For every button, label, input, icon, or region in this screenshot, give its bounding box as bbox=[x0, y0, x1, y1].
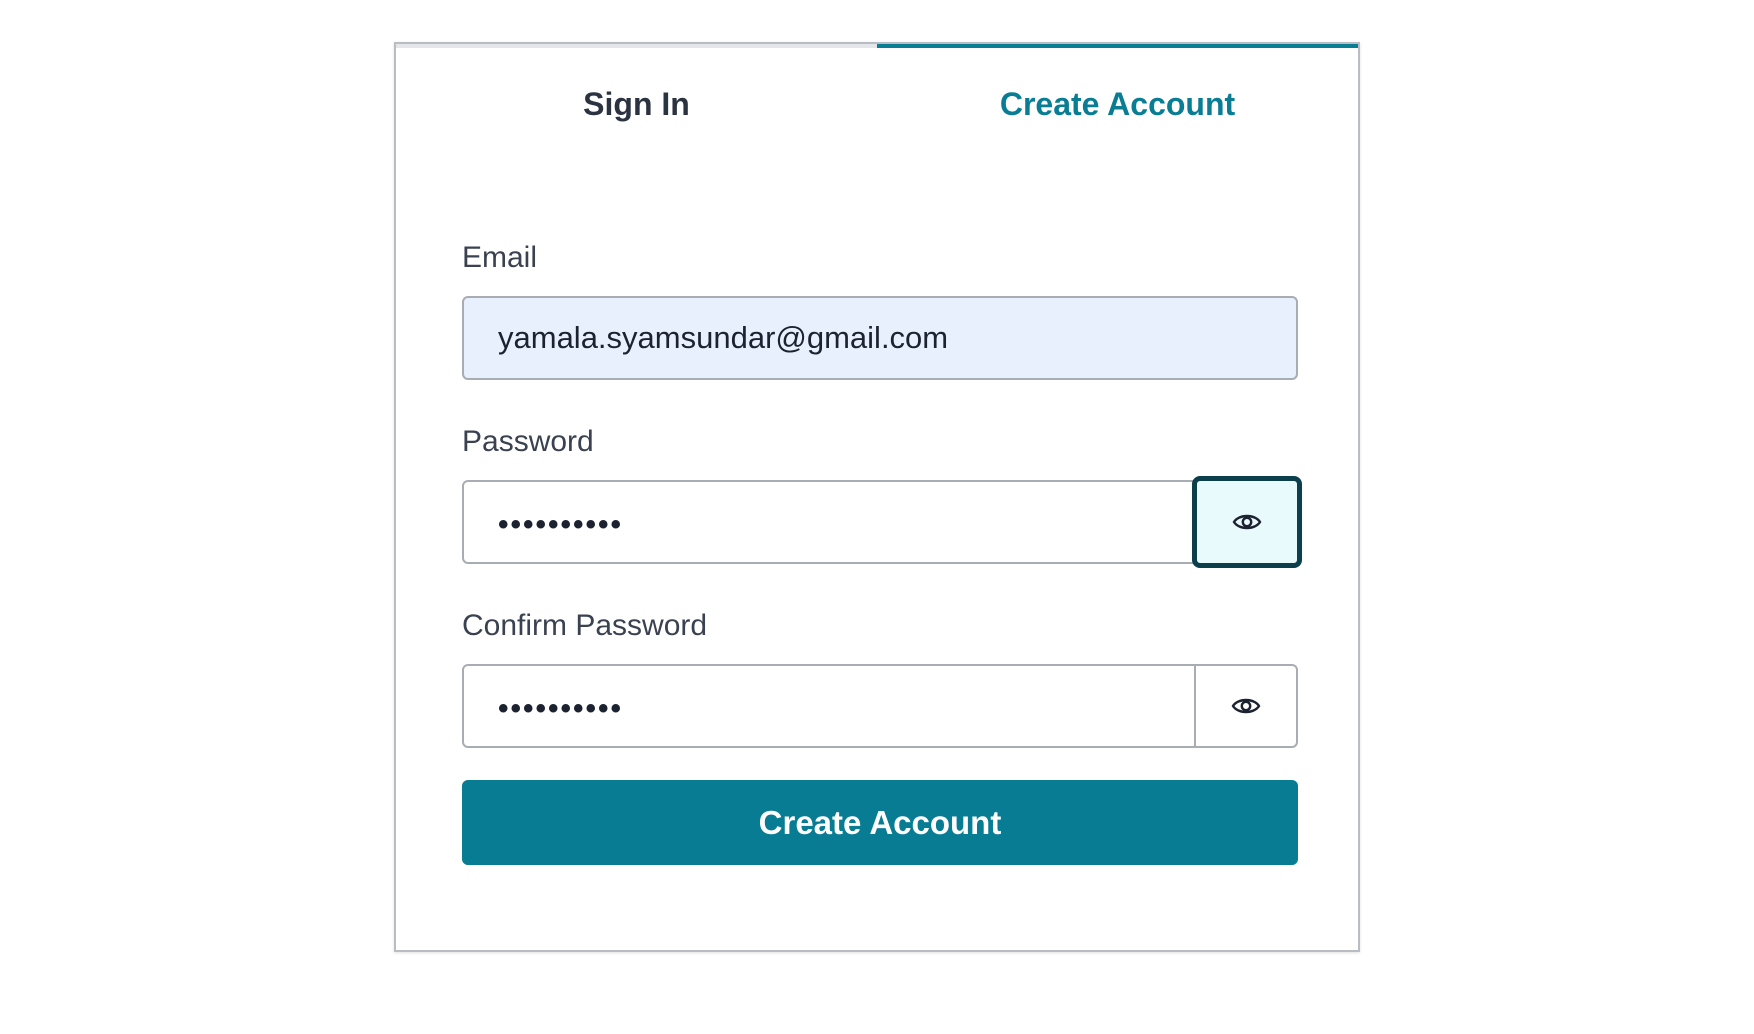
email-label: Email bbox=[462, 241, 538, 274]
tab-create-account-label: Create Account bbox=[999, 85, 1236, 122]
tab-sign-in-label: Sign In bbox=[583, 85, 690, 122]
auth-tabs: Sign In Create Account bbox=[396, 44, 1358, 154]
email-field[interactable]: yamala.syamsundar@gmail.com bbox=[462, 296, 1298, 380]
confirm-password-label: Confirm Password bbox=[462, 609, 708, 642]
confirm-password-value[interactable]: •••••••••• bbox=[464, 666, 1194, 746]
password-field[interactable]: •••••••••• bbox=[462, 476, 1302, 568]
create-account-form: Email yamala.syamsundar@gmail.com Passwo… bbox=[462, 240, 1302, 865]
password-value[interactable]: •••••••••• bbox=[464, 482, 1296, 562]
password-label: Password bbox=[462, 425, 594, 458]
create-account-button-label: Create Account bbox=[758, 803, 1002, 841]
password-visibility-toggle[interactable] bbox=[1192, 476, 1302, 568]
confirm-password-field[interactable]: •••••••••• bbox=[462, 664, 1298, 748]
auth-card: Sign In Create Account Email yamala.syam… bbox=[394, 42, 1360, 952]
create-account-button[interactable]: Create Account bbox=[462, 780, 1298, 865]
confirm-password-visibility-toggle[interactable] bbox=[1194, 666, 1296, 746]
email-value[interactable]: yamala.syamsundar@gmail.com bbox=[464, 298, 1296, 378]
eye-icon bbox=[1231, 698, 1261, 714]
eye-icon bbox=[1232, 514, 1262, 530]
tab-sign-in[interactable]: Sign In bbox=[396, 44, 877, 154]
tab-create-account[interactable]: Create Account bbox=[877, 44, 1358, 154]
